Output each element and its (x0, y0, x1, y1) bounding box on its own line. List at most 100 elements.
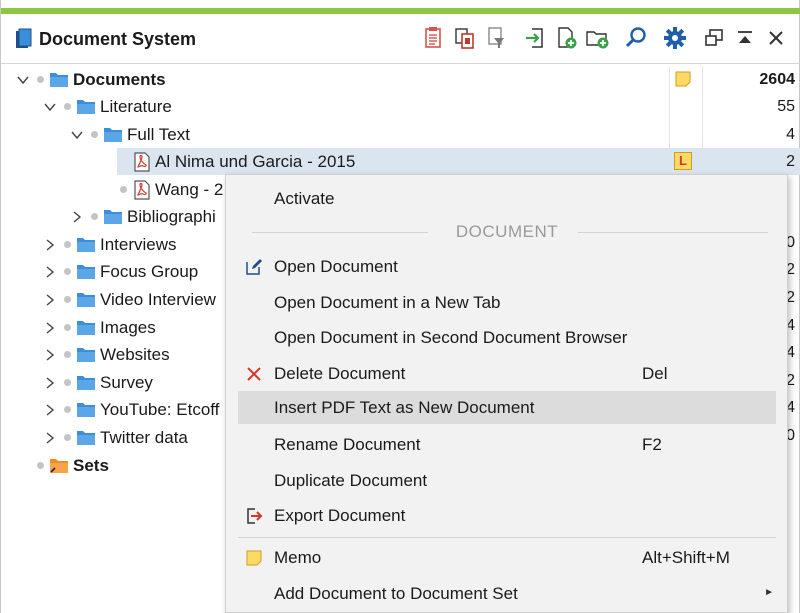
tree-label: Wang - 2 (155, 180, 224, 199)
tree-label: Literature (100, 97, 172, 116)
tree-label: Documents (73, 70, 166, 89)
menu-item-shortcut: F2 (642, 435, 662, 454)
tree-label: YouTube: Etcoff (100, 400, 220, 419)
folder-icon (76, 290, 96, 308)
status-dot (64, 324, 71, 331)
document-count: 55 (777, 98, 795, 115)
menu-section-header: DOCUMENT (238, 217, 776, 247)
status-dot (64, 351, 71, 358)
document-system-window: Document System Documents 2604 Literatur… (0, 0, 800, 613)
tree-label: Websites (100, 345, 170, 364)
document-count: 4 (786, 126, 795, 143)
separator-line (578, 232, 768, 233)
import-documents-icon[interactable] (522, 24, 548, 52)
menu-item-label: Rename Document (274, 435, 421, 454)
folder-icon (76, 428, 96, 446)
folder-icon (76, 318, 96, 336)
chevron-right-icon[interactable] (44, 376, 56, 389)
new-document-group-icon[interactable] (585, 24, 611, 52)
menu-item-duplicate-document[interactable]: Duplicate Document (238, 464, 776, 497)
search-icon[interactable] (623, 24, 649, 52)
menu-item-open-second-browser[interactable]: Open Document in Second Document Browser (238, 321, 776, 354)
menu-item-label: Insert PDF Text as New Document (274, 398, 535, 417)
window-title: Document System (39, 29, 197, 49)
pdf-document-icon (133, 180, 153, 200)
menu-item-rename-document[interactable]: Rename Document F2 (238, 428, 776, 461)
chevron-right-icon[interactable] (44, 348, 56, 361)
document-count: 2604 (759, 71, 795, 88)
menu-item-delete-document[interactable]: Delete Document Del (238, 357, 776, 390)
tree-label: Al Nima und Garcia - 2015 (155, 152, 356, 171)
chevron-right-icon[interactable] (44, 321, 56, 334)
retrieve-documents-icon[interactable] (421, 24, 447, 52)
tree-row-full-text[interactable]: Full Text 4 (1, 121, 800, 148)
tree-label: Full Text (127, 125, 190, 144)
copy-documents-icon[interactable] (452, 24, 478, 52)
tree-row-document-selected[interactable]: Al Nima und Garcia - 2015 L 2 (117, 148, 800, 175)
tree-row-literature[interactable]: Literature 55 (1, 93, 800, 120)
menu-item-label: Add Document to Document Set (274, 584, 518, 603)
menu-item-add-to-set[interactable]: Add Document to Document Set ► (238, 577, 776, 610)
menu-item-open-document[interactable]: Open Document (238, 250, 776, 283)
folder-icon (76, 235, 96, 253)
menu-item-label: Open Document (274, 257, 398, 276)
folder-icon (103, 207, 123, 225)
menu-item-label: Memo (274, 548, 322, 567)
menu-item-shortcut: Del (642, 364, 668, 383)
status-dot (91, 131, 98, 138)
set-folder-icon (49, 456, 69, 474)
memo-icon[interactable] (674, 70, 692, 88)
chevron-down-icon[interactable] (17, 73, 29, 85)
folder-icon (76, 373, 96, 391)
chevron-right-icon[interactable] (44, 238, 56, 251)
folder-icon (76, 97, 96, 115)
document-context-menu: Activate DOCUMENT Open Document Open Doc… (225, 174, 788, 613)
menu-item-label: Delete Document (274, 364, 406, 383)
export-icon (244, 506, 264, 526)
menu-item-shortcut: Alt+Shift+M (642, 548, 730, 567)
tree-row-documents[interactable]: Documents 2604 (1, 66, 800, 93)
menu-item-memo[interactable]: Memo Alt+Shift+M (238, 541, 776, 574)
chevron-right-icon[interactable] (44, 265, 56, 278)
status-dot (64, 434, 71, 441)
chevron-right-icon[interactable] (44, 431, 56, 444)
folder-icon (103, 125, 123, 143)
tree-label: Sets (73, 456, 109, 475)
status-dot (64, 241, 71, 248)
filter-icon[interactable] (483, 24, 509, 52)
menu-item-label: Open Document in Second Document Browser (274, 328, 628, 347)
tree-label: Images (100, 318, 156, 337)
chevron-right-icon[interactable] (44, 403, 56, 416)
menu-item-label: Export Document (274, 506, 406, 525)
collapse-window-icon[interactable] (732, 24, 758, 52)
chevron-down-icon[interactable] (44, 100, 56, 112)
menu-item-open-new-tab[interactable]: Open Document in a New Tab (238, 286, 776, 319)
tree-label: Survey (100, 373, 153, 392)
tree-label: Bibliographi (127, 207, 216, 226)
settings-gear-icon[interactable] (662, 24, 688, 52)
tree-label: Focus Group (100, 262, 199, 281)
status-dot (37, 462, 44, 469)
menu-separator (238, 537, 776, 538)
edit-pencil-icon (244, 257, 264, 277)
menu-item-export-document[interactable]: Export Document (238, 499, 776, 532)
tree-label: Interviews (100, 235, 177, 254)
chevron-right-icon[interactable] (71, 210, 83, 223)
window-header: Document System (1, 14, 800, 64)
pdf-document-icon (133, 152, 153, 172)
menu-item-activate[interactable]: Activate (238, 182, 776, 215)
status-dot (91, 213, 98, 220)
chevron-right-icon[interactable] (44, 293, 56, 306)
status-dot (64, 103, 71, 110)
menu-item-label: Open Document in a New Tab (274, 293, 501, 312)
menu-item-insert-pdf-text[interactable]: Insert PDF Text as New Document (238, 391, 776, 424)
chevron-down-icon[interactable] (71, 128, 83, 140)
undock-window-icon[interactable] (701, 24, 727, 52)
delete-x-icon (244, 364, 264, 384)
status-dot (120, 186, 127, 193)
linked-badge-icon[interactable]: L (674, 152, 692, 170)
new-document-icon[interactable] (554, 24, 580, 52)
status-dot (64, 406, 71, 413)
folder-icon (76, 345, 96, 363)
close-icon[interactable] (763, 24, 789, 52)
